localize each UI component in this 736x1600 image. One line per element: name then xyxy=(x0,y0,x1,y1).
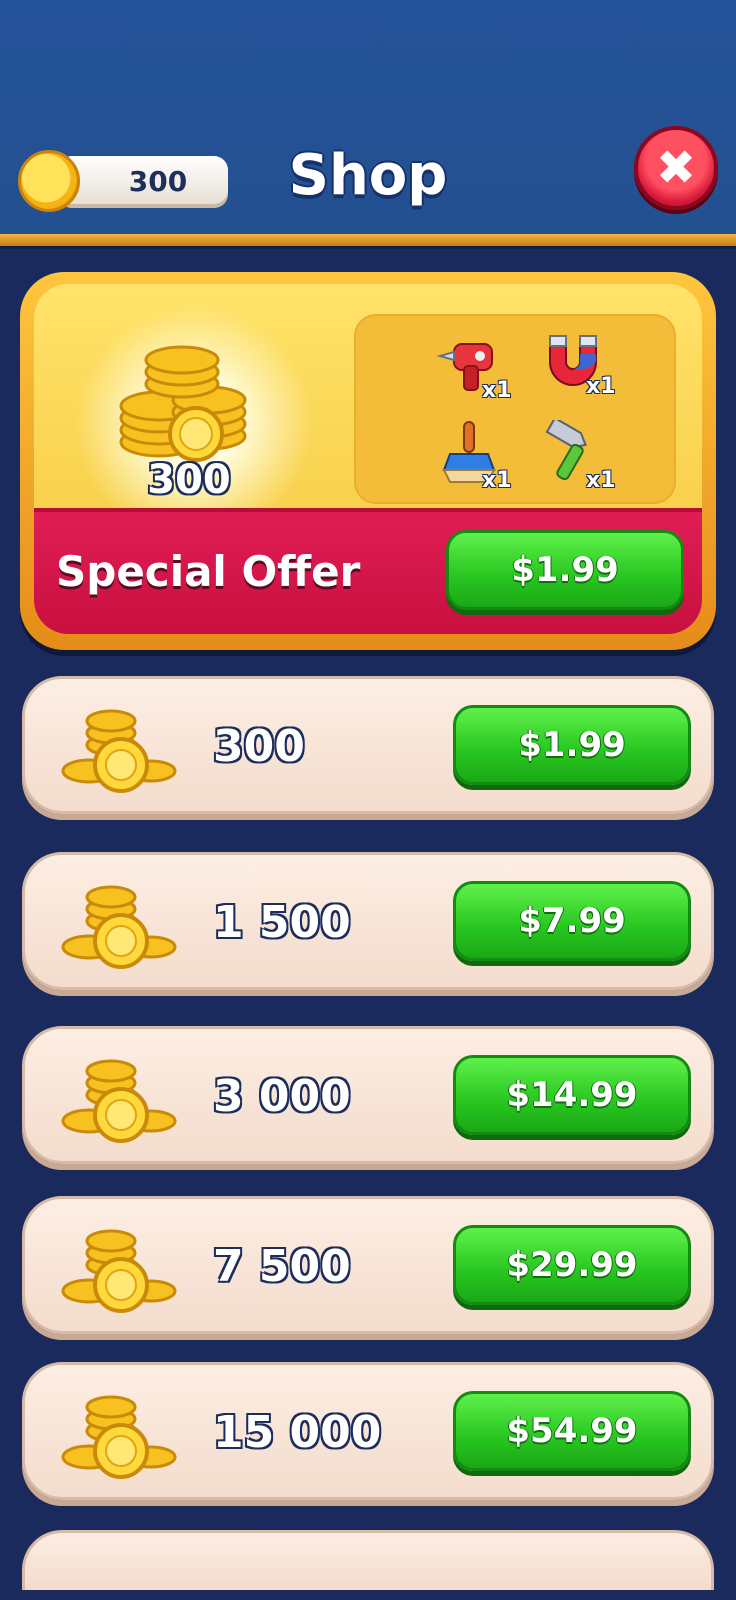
coin-pack-row: 1 500 $7.99 xyxy=(22,852,714,990)
header-divider xyxy=(0,234,736,246)
bonus-item-qty: x1 xyxy=(586,374,616,399)
coin-pile-icon xyxy=(61,709,177,793)
coin-pack-amount: 1 500 xyxy=(213,897,351,948)
coin-pack-amount: 7 500 xyxy=(213,1241,351,1292)
coin-pack-buy-button[interactable]: $54.99 xyxy=(453,1391,691,1471)
bonus-item-magnet: x1 xyxy=(520,326,630,406)
coin-pile-icon xyxy=(61,1059,177,1143)
coin-icon xyxy=(18,150,80,212)
special-offer-inner: 300 x1 x1 x1 x1 Special Offer $1.99 xyxy=(34,284,702,634)
coin-pack-buy-button[interactable]: $1.99 xyxy=(453,705,691,785)
special-offer-label: Special Offer xyxy=(56,547,361,596)
bonus-item-qty: x1 xyxy=(482,378,512,403)
buy-button-price: $54.99 xyxy=(506,1411,638,1451)
bonus-item-qty: x1 xyxy=(482,468,512,493)
special-offer-coins: 300 xyxy=(147,457,231,503)
coin-balance-amount: 300 xyxy=(128,165,188,198)
coin-pack-amount: 3 000 xyxy=(213,1071,351,1122)
coin-pack-row: 3 000 $14.99 xyxy=(22,1026,714,1164)
coin-pack-amount: 15 000 xyxy=(213,1407,382,1458)
buy-button-price: $7.99 xyxy=(518,901,626,941)
coin-pack-buy-button[interactable]: $29.99 xyxy=(453,1225,691,1305)
coin-pack-buy-button[interactable]: $14.99 xyxy=(453,1055,691,1135)
coin-pile-icon xyxy=(61,1395,177,1479)
coin-pile-icon xyxy=(61,1229,177,1313)
close-button[interactable]: ✖ xyxy=(634,126,718,210)
page-title: Shop xyxy=(288,143,448,208)
special-offer-card: 300 x1 x1 x1 x1 Special Offer $1.99 xyxy=(20,272,716,650)
close-icon: ✖ xyxy=(655,140,697,196)
coin-pack-row-partial xyxy=(22,1530,714,1590)
coin-pack-buy-button[interactable]: $7.99 xyxy=(453,881,691,961)
coin-balance: 300 xyxy=(18,150,228,212)
bonus-items-panel: x1 x1 x1 x1 xyxy=(354,314,676,504)
buy-button-price: $1.99 xyxy=(511,550,619,590)
coin-stack-icon xyxy=(119,345,247,462)
buy-button-price: $29.99 xyxy=(506,1245,638,1285)
special-offer-buy-button[interactable]: $1.99 xyxy=(446,530,684,610)
coin-pack-row: 7 500 $29.99 xyxy=(22,1196,714,1334)
special-offer-bar: Special Offer $1.99 xyxy=(34,508,702,634)
coin-pack-row: 300 $1.99 xyxy=(22,676,714,814)
bonus-item-drill: x1 xyxy=(416,330,526,410)
buy-button-price: $14.99 xyxy=(506,1075,638,1115)
bonus-item-brush: x1 xyxy=(416,420,526,500)
coin-pack-amount: 300 xyxy=(213,721,305,772)
bonus-item-qty: x1 xyxy=(586,468,616,493)
coin-pack-row: 15 000 $54.99 xyxy=(22,1362,714,1500)
coin-pile-icon xyxy=(61,885,177,969)
bonus-item-hammer: x1 xyxy=(520,420,630,500)
buy-button-price: $1.99 xyxy=(518,725,626,765)
